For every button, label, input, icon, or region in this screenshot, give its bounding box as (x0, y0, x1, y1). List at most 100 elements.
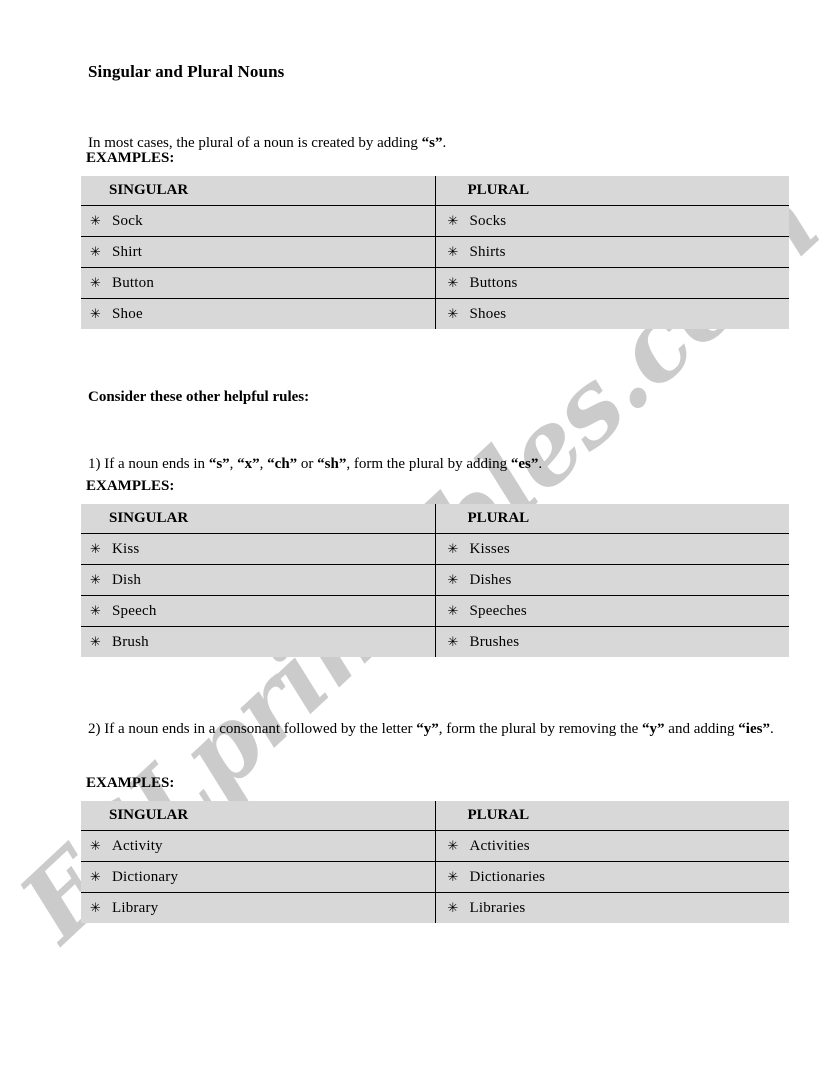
table-row: ✳ Shoe ✳ Shoes (81, 298, 789, 329)
noun-singular: Shirt (112, 243, 143, 260)
star-bullet-icon: ✳ (447, 838, 459, 854)
cell-singular: ✳ Button (81, 267, 435, 299)
cell-plural: ✳ Libraries (434, 892, 789, 923)
star-bullet-icon: ✳ (447, 306, 459, 322)
examples-table-1: SINGULAR PLURAL ✳ Sock ✳ Socks ✳ Shirt ✳ Shi… (81, 176, 789, 329)
cell-singular: ✳ Brush (81, 626, 435, 657)
cell-plural: ✳ Activities (434, 830, 789, 862)
rule-1-bold-es: “es” (510, 456, 539, 472)
star-bullet-icon: ✳ (90, 838, 101, 854)
star-bullet-icon: ✳ (90, 244, 101, 260)
cell-plural: ✳ Dictionaries (434, 861, 789, 893)
consider-rules-heading: Consider these other helpful rules: (88, 389, 310, 405)
cell-singular: ✳ Shirt (81, 236, 435, 268)
table-row: ✳ Dictionary ✳ Dictionaries (81, 861, 789, 893)
star-bullet-icon: ✳ (447, 900, 459, 916)
column-header-plural: PLURAL (434, 801, 789, 831)
examples-label-3: EXAMPLES: (86, 775, 175, 791)
star-bullet-icon: ✳ (90, 213, 101, 229)
noun-plural: Dictionaries (469, 868, 546, 885)
column-header-plural: PLURAL (434, 504, 789, 534)
rule-2-part-4: . (769, 721, 774, 737)
table-row: ✳ Sock ✳ Socks (81, 205, 789, 237)
cell-plural: ✳ Brushes (434, 626, 789, 657)
star-bullet-icon: ✳ (90, 541, 101, 557)
table-row: ✳ Activity ✳ Activities (81, 830, 789, 862)
page-title: Singular and Plural Nouns (88, 62, 285, 81)
rule-2-bold-y-second: “y” (642, 721, 665, 737)
rule-2-part-1: 2) If a noun ends in a consonant followe… (88, 721, 417, 737)
noun-singular: Button (112, 274, 155, 291)
rule-1-bold-sh: “sh” (317, 456, 347, 472)
star-bullet-icon: ✳ (447, 541, 459, 557)
noun-plural: Buttons (469, 274, 518, 291)
column-header-singular: SINGULAR (81, 801, 435, 831)
cell-plural: ✳ Shoes (434, 298, 789, 329)
star-bullet-icon: ✳ (447, 275, 459, 291)
cell-singular: ✳ Library (81, 892, 435, 923)
intro-emphasis: “s” (421, 135, 443, 151)
rule-1-text: 1) If a noun ends in “s”, “x”, “ch” or “… (88, 447, 788, 481)
rule-1-bold-x: “x” (237, 456, 260, 472)
noun-singular: Brush (112, 633, 149, 650)
noun-plural: Kisses (469, 540, 510, 557)
noun-plural: Dishes (469, 571, 512, 588)
star-bullet-icon: ✳ (447, 634, 459, 650)
noun-singular: Activity (112, 837, 163, 854)
table-row: ✳ Dish ✳ Dishes (81, 564, 789, 596)
noun-plural: Socks (469, 212, 507, 229)
star-bullet-icon: ✳ (447, 213, 459, 229)
cell-plural: ✳ Kisses (434, 533, 789, 565)
noun-singular: Library (112, 899, 159, 916)
rule-1-part-5: , form the plural by adding (346, 456, 511, 472)
rule-1-part-4: or (297, 456, 318, 472)
cell-plural: ✳ Socks (434, 205, 789, 237)
rule-1-bold-ch: “ch” (267, 456, 298, 472)
noun-plural: Brushes (469, 633, 520, 650)
cell-plural: ✳ Shirts (434, 236, 789, 268)
star-bullet-icon: ✳ (447, 244, 459, 260)
noun-singular: Shoe (112, 305, 143, 322)
intro-text-before: In most cases, the plural of a noun is c… (88, 135, 422, 151)
table-row: ✳ Shirt ✳ Shirts (81, 236, 789, 268)
cell-plural: ✳ Dishes (434, 564, 789, 596)
table-row: ✳ Kiss ✳ Kisses (81, 533, 789, 565)
rule-2-bold-ies: “ies” (738, 721, 770, 737)
star-bullet-icon: ✳ (90, 900, 101, 916)
rule-1-part-1: 1) If a noun ends in (88, 456, 209, 472)
table-header-row: SINGULAR PLURAL (81, 801, 789, 831)
star-bullet-icon: ✳ (90, 306, 101, 322)
cell-singular: ✳ Dictionary (81, 861, 435, 893)
examples-label-1: EXAMPLES: (86, 150, 175, 166)
noun-plural: Activities (469, 837, 530, 854)
table-header-row: SINGULAR PLURAL (81, 176, 789, 206)
table-header-row: SINGULAR PLURAL (81, 504, 789, 534)
star-bullet-icon: ✳ (447, 572, 459, 588)
noun-singular: Kiss (112, 540, 140, 557)
worksheet-page: Singular and Plural Nouns In most cases,… (0, 0, 838, 1086)
rule-2-part-3: and adding (664, 721, 739, 737)
noun-plural: Speeches (469, 602, 527, 619)
star-bullet-icon: ✳ (90, 275, 101, 291)
table-row: ✳ Button ✳ Buttons (81, 267, 789, 299)
rule-2-bold-y-first: “y” (416, 721, 439, 737)
intro-text-after: . (442, 135, 447, 151)
cell-singular: ✳ Shoe (81, 298, 435, 329)
cell-singular: ✳ Kiss (81, 533, 435, 565)
noun-singular: Speech (112, 602, 157, 619)
star-bullet-icon: ✳ (447, 869, 459, 885)
cell-singular: ✳ Dish (81, 564, 435, 596)
cell-plural: ✳ Buttons (434, 267, 789, 299)
star-bullet-icon: ✳ (447, 603, 459, 619)
table-row: ✳ Library ✳ Libraries (81, 892, 789, 923)
rule-2-text: 2) If a noun ends in a consonant followe… (88, 712, 788, 746)
noun-plural: Libraries (469, 899, 526, 916)
star-bullet-icon: ✳ (90, 572, 101, 588)
rule-1-part-6: . (538, 456, 543, 472)
cell-plural: ✳ Speeches (434, 595, 789, 627)
noun-plural: Shoes (469, 305, 507, 322)
column-header-singular: SINGULAR (81, 176, 435, 206)
star-bullet-icon: ✳ (90, 869, 101, 885)
noun-singular: Dish (112, 571, 142, 588)
cell-singular: ✳ Activity (81, 830, 435, 862)
